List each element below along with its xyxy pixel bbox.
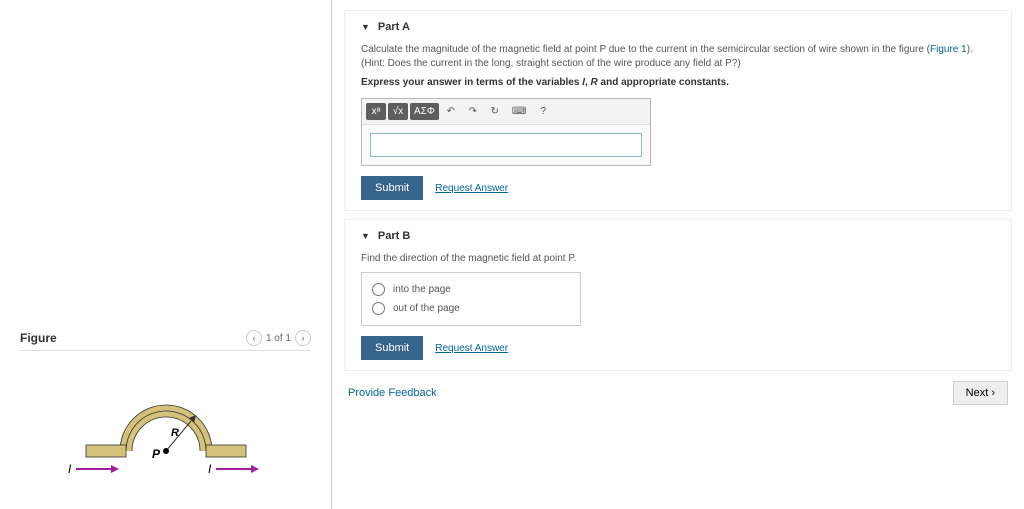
radio-into-page[interactable] xyxy=(372,283,385,296)
answer-box: xᵃ √x ΑΣΦ ↶ ↷ ↻ ⌨ ? xyxy=(361,98,651,166)
part-a-request-answer-link[interactable]: Request Answer xyxy=(435,183,508,194)
undo-button[interactable]: ↶ xyxy=(441,103,461,120)
part-a-submit-button[interactable]: Submit xyxy=(361,176,423,200)
part-a-prompt: Calculate the magnitude of the magnetic … xyxy=(361,43,995,71)
part-a-title: Part A xyxy=(378,21,410,33)
next-button[interactable]: Next › xyxy=(953,381,1008,405)
figure-prev-button[interactable]: ‹ xyxy=(246,330,262,346)
keyboard-button[interactable]: ⌨ xyxy=(507,103,531,120)
greek-button[interactable]: ΑΣΦ xyxy=(410,103,439,120)
figure-next-button[interactable]: › xyxy=(295,330,311,346)
caret-down-icon: ▼ xyxy=(361,22,370,32)
help-button[interactable]: ? xyxy=(533,103,553,120)
figure-nav-label: 1 of 1 xyxy=(266,333,291,344)
caret-down-icon: ▼ xyxy=(361,231,370,241)
current-label-right: I xyxy=(208,462,212,476)
reset-button[interactable]: ↻ xyxy=(485,103,505,120)
radio-options: into the page out of the page xyxy=(361,272,581,326)
provide-feedback-link[interactable]: Provide Feedback xyxy=(348,387,437,399)
sqrt-button[interactable]: √x xyxy=(388,103,408,120)
footer-row: Provide Feedback Next › xyxy=(344,381,1012,405)
redo-button[interactable]: ↷ xyxy=(463,103,483,120)
answer-input[interactable] xyxy=(370,133,642,157)
option-out-of-page[interactable]: out of the page xyxy=(372,302,570,315)
equation-toolbar: xᵃ √x ΑΣΦ ↶ ↷ ↻ ⌨ ? xyxy=(362,99,650,125)
figure-panel: Figure ‹ 1 of 1 › I xyxy=(0,0,332,509)
content-panel: ▼ Part A Calculate the magnitude of the … xyxy=(332,0,1024,509)
part-b-request-answer-link[interactable]: Request Answer xyxy=(435,343,508,354)
radio-out-of-page[interactable] xyxy=(372,302,385,315)
figure-nav: ‹ 1 of 1 › xyxy=(246,330,311,346)
current-label-left: I xyxy=(68,462,72,476)
semicircle-wire-diagram: I I R P xyxy=(56,381,276,491)
radius-label: R xyxy=(171,427,179,439)
figure-title: Figure xyxy=(20,331,57,345)
point-p-label: P xyxy=(152,447,161,461)
part-b-header[interactable]: ▼ Part B xyxy=(361,230,995,242)
option-into-page[interactable]: into the page xyxy=(372,283,570,296)
figure-link[interactable]: Figure 1 xyxy=(930,44,967,55)
part-a-instruction: Express your answer in terms of the vari… xyxy=(361,77,995,88)
part-b-section: ▼ Part B Find the direction of the magne… xyxy=(344,219,1012,371)
part-b-title: Part B xyxy=(378,230,410,242)
templates-button[interactable]: xᵃ xyxy=(366,103,386,120)
part-a-section: ▼ Part A Calculate the magnitude of the … xyxy=(344,10,1012,211)
part-b-submit-button[interactable]: Submit xyxy=(361,336,423,360)
figure-body: I I R P xyxy=(20,351,311,499)
part-b-prompt: Find the direction of the magnetic field… xyxy=(361,252,995,266)
part-a-header[interactable]: ▼ Part A xyxy=(361,21,995,33)
